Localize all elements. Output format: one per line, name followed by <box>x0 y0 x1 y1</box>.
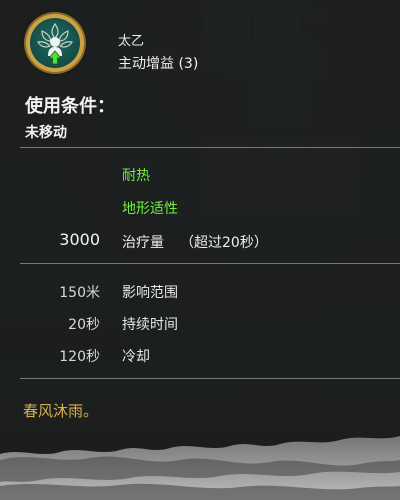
stat-value-range: 150米 <box>59 285 100 301</box>
stat-label-cooldown: 冷却 <box>122 349 150 365</box>
effect-label: 治疗量 （超过20秒） <box>122 232 268 252</box>
effect-label-text: 治疗量 <box>122 235 164 251</box>
effect-value: 3000 <box>59 230 100 249</box>
effect-note: （超过20秒） <box>180 235 268 251</box>
conditions-title: 使用条件： <box>25 96 115 117</box>
divider <box>20 147 400 148</box>
skill-type-label: 主动增益 (3) <box>118 56 199 72</box>
hero-name: 太乙 <box>118 34 145 49</box>
flavor-text: 春风沐雨。 <box>23 402 99 420</box>
divider <box>20 263 400 264</box>
conditions-value: 未移动 <box>25 125 67 141</box>
divider <box>20 378 400 379</box>
skill-header: 太乙 主动增益 (3) <box>0 0 400 90</box>
trait-tag-terrain-adaptability: 地形适性 <box>122 201 178 217</box>
stat-value-cooldown: 120秒 <box>59 349 100 365</box>
taiyi-portrait-icon <box>26 14 84 72</box>
trait-tag-heat-resistant: 耐热 <box>122 168 150 184</box>
skill-tooltip: 太乙 主动增益 (3) 使用条件： 未移动 耐热 地形适性 3000 治疗量 （超… <box>0 0 400 430</box>
ink-landscape-decoration <box>0 430 400 500</box>
stat-label-range: 影响范围 <box>122 285 178 301</box>
stat-value-duration: 20秒 <box>68 317 100 333</box>
stat-label-duration: 持续时间 <box>122 317 178 333</box>
